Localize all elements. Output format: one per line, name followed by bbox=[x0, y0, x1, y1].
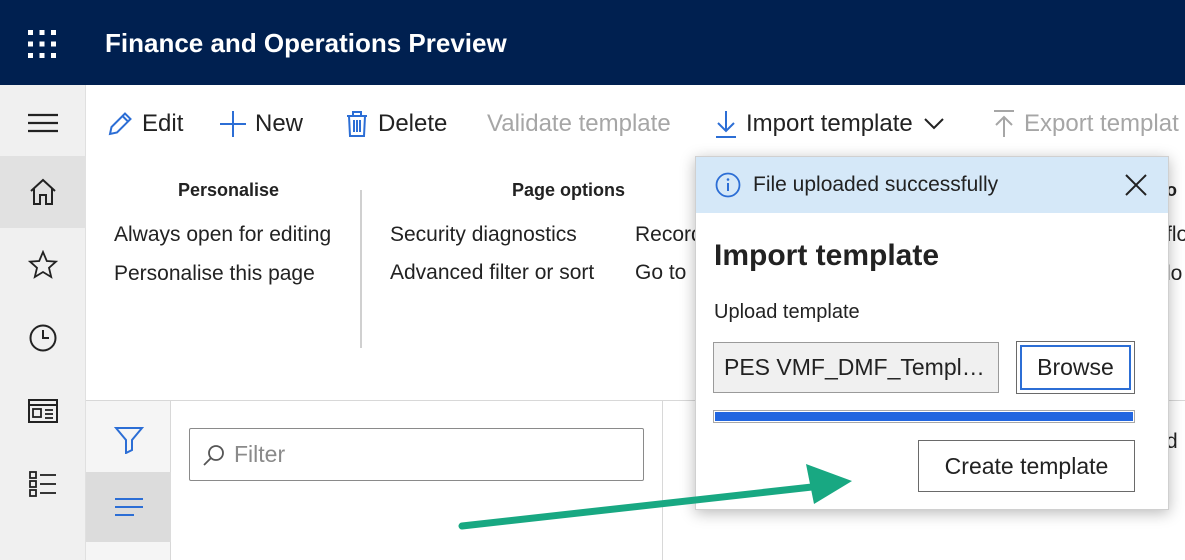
upload-icon bbox=[994, 110, 1014, 137]
personalise-page-item[interactable]: Personalise this page bbox=[114, 262, 315, 286]
trash-icon bbox=[347, 111, 367, 137]
delete-label: Delete bbox=[378, 110, 448, 137]
file-name-field[interactable]: PES VMF_DMF_Template.xlsx bbox=[713, 342, 999, 393]
info-icon bbox=[715, 172, 741, 198]
pencil-icon bbox=[108, 112, 132, 136]
home-icon[interactable] bbox=[0, 156, 86, 228]
export-template-button[interactable]: Export templat bbox=[992, 105, 1179, 143]
record-item[interactable]: Record bbox=[635, 223, 703, 247]
advanced-filter-item[interactable]: Advanced filter or sort bbox=[390, 261, 594, 285]
search-icon bbox=[203, 444, 224, 466]
pane-divider bbox=[662, 401, 663, 560]
filter-input[interactable] bbox=[189, 428, 644, 481]
create-template-button[interactable]: Create template bbox=[918, 440, 1135, 492]
validate-template-label: Validate template bbox=[487, 110, 671, 137]
new-label: New bbox=[255, 110, 304, 137]
list-view-icon[interactable] bbox=[86, 472, 171, 542]
top-bar: Finance and Operations Preview bbox=[0, 0, 1185, 85]
hamburger-icon[interactable] bbox=[0, 87, 86, 159]
chevron-down-icon bbox=[924, 118, 944, 130]
dialog-title: Import template bbox=[714, 239, 940, 272]
download-icon bbox=[716, 111, 736, 138]
personalise-header: Personalise bbox=[178, 180, 280, 200]
export-template-label: Export templat bbox=[1024, 110, 1179, 137]
edit-label: Edit bbox=[142, 110, 184, 137]
upload-template-label: Upload template bbox=[714, 301, 860, 323]
import-template-label: Import template bbox=[746, 110, 913, 137]
filter-text-field[interactable] bbox=[234, 441, 614, 468]
import-template-dialog: File uploaded successfully Import templa… bbox=[695, 156, 1169, 510]
workspace-icon[interactable] bbox=[0, 375, 86, 447]
action-pane: Edit New Delete Validate template Import… bbox=[86, 85, 1185, 163]
edit-button[interactable]: Edit bbox=[106, 105, 183, 143]
security-diagnostics-item[interactable]: Security diagnostics bbox=[390, 223, 577, 247]
close-icon[interactable] bbox=[1122, 171, 1150, 199]
group-divider bbox=[360, 190, 362, 348]
upload-progress-fill bbox=[715, 412, 1133, 421]
browse-button[interactable]: Browse bbox=[1016, 341, 1135, 394]
import-template-button[interactable]: Import template bbox=[714, 105, 945, 143]
upload-progress-bar bbox=[713, 410, 1135, 423]
success-message-bar: File uploaded successfully bbox=[696, 157, 1168, 213]
modules-list-icon[interactable] bbox=[0, 448, 86, 520]
validate-template-button[interactable]: Validate template bbox=[487, 105, 671, 143]
always-open-editing-item[interactable]: Always open for editing bbox=[114, 223, 331, 247]
list-pane-rail bbox=[86, 401, 171, 560]
clock-icon[interactable] bbox=[0, 302, 86, 374]
delete-button[interactable]: Delete bbox=[344, 105, 447, 143]
star-icon[interactable] bbox=[0, 229, 86, 301]
app-title: Finance and Operations Preview bbox=[105, 28, 507, 58]
new-button[interactable]: New bbox=[219, 105, 303, 143]
browse-label: Browse bbox=[1020, 345, 1131, 390]
go-to-item[interactable]: Go to bbox=[635, 261, 686, 285]
success-message: File uploaded successfully bbox=[753, 173, 999, 196]
funnel-icon[interactable] bbox=[86, 415, 171, 465]
page-options-header: Page options bbox=[512, 180, 626, 200]
navigation-rail bbox=[0, 85, 86, 560]
app-launcher-icon[interactable] bbox=[27, 29, 57, 59]
plus-icon bbox=[220, 111, 246, 137]
